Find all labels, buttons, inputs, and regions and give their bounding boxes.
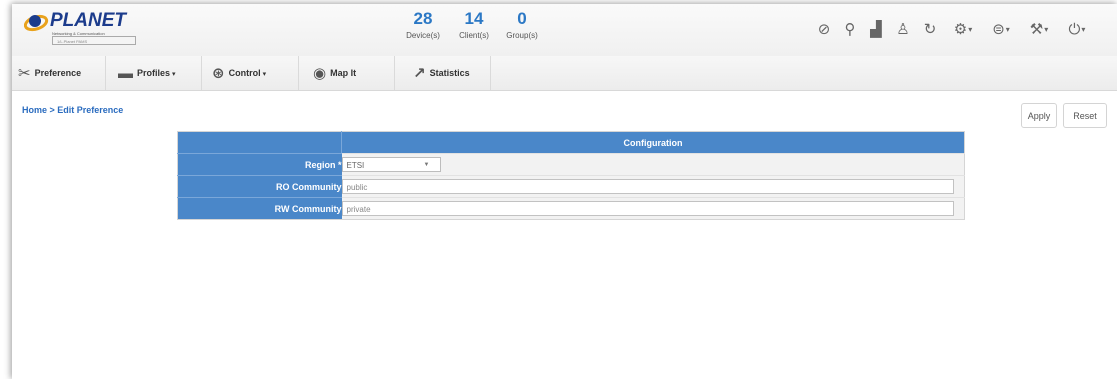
location-pin-icon[interactable]: ⚲ (840, 19, 860, 41)
brand-device-field: 1/L.Planet PAMS (52, 36, 136, 45)
region-select[interactable]: ETSI ▼ (341, 157, 441, 172)
menu-preference[interactable]: ✂ Preference (12, 56, 106, 90)
chevron-down-icon: ▾ (172, 71, 176, 78)
trend-icon: ↗ (413, 64, 426, 82)
client-count[interactable]: 14 Client(s) (449, 8, 499, 42)
chevron-down-icon: ▼ (423, 162, 430, 168)
header-empty-cell (177, 131, 342, 154)
region-label: Region (304, 159, 336, 170)
region-row: Region * ETSI ▼ (177, 153, 965, 176)
ro-community-value-cell: public (341, 175, 965, 198)
main-menubar: ✂ Preference ▬ Profiles ▾ ⊛ Control ▾ ◉ Map It… (12, 56, 1117, 91)
menu-control-label: Control (228, 68, 261, 78)
ro-community-input[interactable]: public (341, 179, 954, 194)
bar-chart-icon[interactable]: ▟ (865, 19, 887, 41)
folder-icon: ▬ (118, 64, 133, 82)
chevron-down-icon: ▾ (1005, 25, 1010, 35)
menu-map-it-label: Map It (330, 68, 357, 78)
client-count-value: 14 (464, 9, 484, 28)
device-count-value: 28 (413, 9, 433, 28)
apply-button[interactable]: Apply (1021, 103, 1057, 128)
settings-dropdown[interactable]: ⚙▾ (946, 19, 980, 41)
menu-preference-label: Preference (34, 68, 82, 78)
device-count-label: Device(s) (406, 31, 440, 40)
configuration-table: Configuration Region * ETSI ▼ RO Communi… (177, 131, 965, 220)
chevron-down-icon: ▾ (1044, 25, 1049, 35)
reset-button[interactable]: Reset (1063, 103, 1107, 128)
menu-statistics[interactable]: ↗ Statistics (395, 56, 491, 90)
top-header: PLANET Networking & Communication 1/L.Pl… (12, 4, 1117, 57)
group-count-label: Group(s) (506, 31, 538, 40)
client-count-label: Client(s) (459, 31, 489, 40)
menu-statistics-label: Statistics (429, 68, 470, 78)
users-icon[interactable]: ♙ (892, 19, 914, 41)
device-count[interactable]: 28 Device(s) (395, 8, 451, 42)
map-pin-icon: ◉ (313, 64, 327, 82)
rw-community-row: RW Community private (177, 197, 965, 220)
configuration-header-row: Configuration (177, 131, 965, 154)
tools-dropdown[interactable]: ⚒▾ (1022, 19, 1056, 41)
ro-community-label: RO Community (177, 175, 342, 198)
refresh-icon[interactable]: ↻ (919, 19, 941, 41)
rw-community-value-cell: private (341, 197, 965, 220)
gear-icon: ⚙ (953, 21, 968, 38)
region-label-cell: Region * (177, 153, 342, 176)
menu-map-it[interactable]: ◉ Map It (299, 56, 395, 90)
menu-profiles[interactable]: ▬ Profiles ▾ (106, 56, 202, 90)
menu-profiles-label: Profiles (137, 68, 171, 78)
ro-community-row: RO Community public (177, 175, 965, 198)
menu-control[interactable]: ⊛ Control ▾ (202, 56, 299, 90)
chevron-down-icon: ▾ (968, 25, 973, 35)
rw-community-label: RW Community (177, 197, 342, 220)
chevron-down-icon: ▾ (1081, 25, 1086, 35)
list-dropdown[interactable]: ⊜▾ (984, 19, 1018, 41)
power-icon: ⏻ (1068, 21, 1081, 38)
group-count-value: 0 (517, 9, 527, 28)
configuration-header: Configuration (341, 131, 965, 154)
rw-community-input[interactable]: private (341, 201, 954, 216)
summary-counts: 28 Device(s) 14 Client(s) 0 Group(s) (395, 8, 565, 54)
chevron-down-icon: ▾ (262, 71, 267, 78)
list-icon: ⊜ (992, 21, 1005, 38)
region-value-cell: ETSI ▼ (341, 153, 965, 176)
power-dropdown[interactable]: ⏻▾ (1060, 19, 1094, 41)
breadcrumb[interactable]: Home > Edit Preference (22, 105, 123, 115)
brand-name: PLANET (50, 10, 126, 31)
tools-icon: ✂ (18, 64, 31, 82)
planet-logo[interactable]: PLANET Networking & Communication 1/L.Pl… (24, 10, 136, 48)
wrench-icon: ⚒ (1029, 21, 1044, 38)
app-window: PLANET Networking & Communication 1/L.Pl… (12, 4, 1117, 379)
group-count[interactable]: 0 Group(s) (497, 8, 547, 42)
dashboard-icon[interactable]: ⊘ (813, 19, 835, 41)
steering-wheel-icon: ⊛ (212, 64, 225, 82)
region-select-value: ETSI (346, 161, 365, 170)
